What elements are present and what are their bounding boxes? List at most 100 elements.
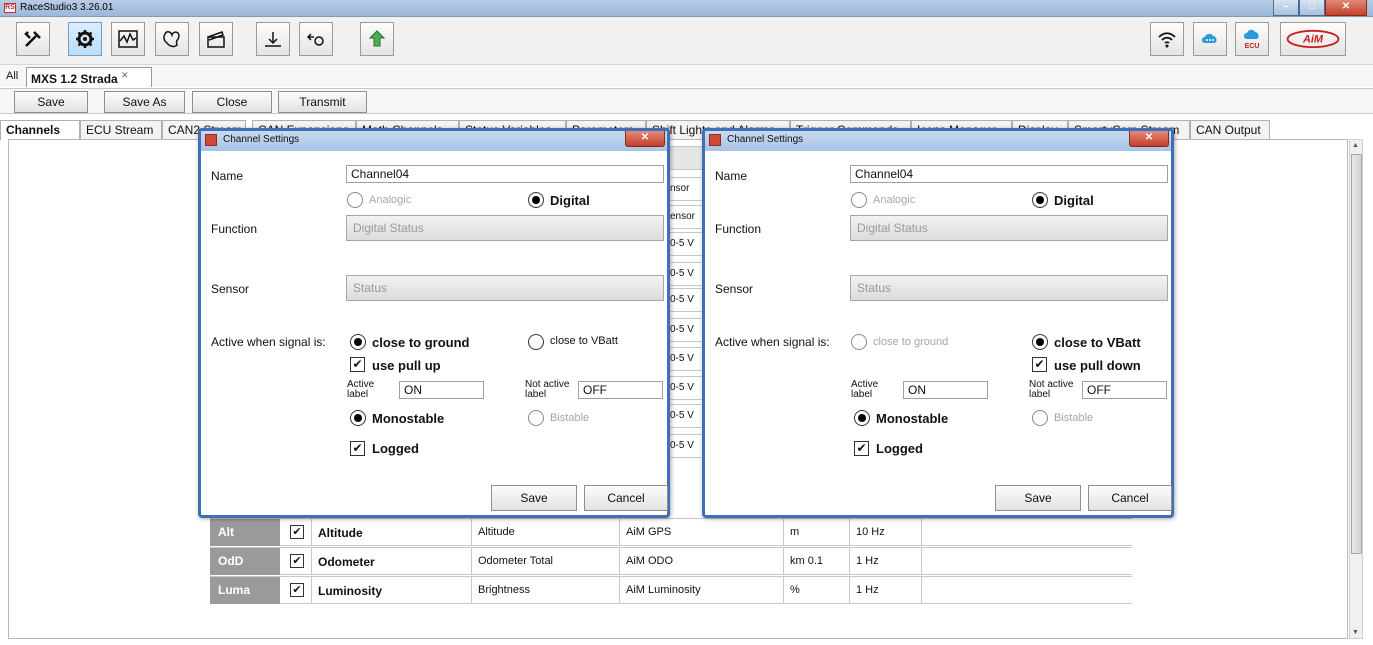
close-to-vbatt-label: close to VBatt bbox=[550, 335, 618, 347]
function-label: Function bbox=[211, 222, 258, 236]
enabled-checkbox[interactable]: ✔ bbox=[290, 583, 304, 597]
wifi-icon[interactable] bbox=[1150, 22, 1184, 56]
transfer-icon[interactable] bbox=[360, 22, 394, 56]
dialog-body: Name Channel04 Analogic Digital Function… bbox=[201, 151, 668, 515]
monostable-radio[interactable] bbox=[350, 410, 366, 426]
config-tab-close-icon[interactable]: ✕ bbox=[121, 70, 129, 80]
save-as-button[interactable]: Save As bbox=[104, 91, 185, 113]
analogic-radio[interactable] bbox=[851, 192, 867, 208]
gear-icon[interactable] bbox=[68, 22, 102, 56]
table-cell: nsor bbox=[667, 177, 703, 201]
dialog-app-icon bbox=[709, 134, 721, 146]
dialog-close-button[interactable]: ✕ bbox=[1129, 131, 1169, 147]
close-to-vbatt-label: close to VBatt bbox=[1054, 335, 1141, 350]
usb-install-icon[interactable] bbox=[256, 22, 290, 56]
config-tab-row: All MXS 1.2 Strada ✕ bbox=[0, 65, 1373, 87]
save-button[interactable]: Save bbox=[14, 91, 88, 113]
transmit-button[interactable]: Transmit bbox=[278, 91, 367, 113]
tab-can-output[interactable]: CAN Output bbox=[1190, 120, 1270, 139]
scroll-up-icon[interactable]: ▲ bbox=[1352, 142, 1359, 149]
enabled-checkbox[interactable]: ✔ bbox=[290, 554, 304, 568]
waveform-icon[interactable] bbox=[111, 22, 145, 56]
close-button[interactable]: Close bbox=[192, 91, 272, 113]
not-active-label-field[interactable]: OFF bbox=[1082, 381, 1167, 399]
channel-frequency: 1 Hz bbox=[849, 548, 921, 575]
not-active-label-caption-2: label bbox=[525, 389, 547, 400]
name-field[interactable]: Channel04 bbox=[346, 165, 664, 183]
track-map-icon[interactable] bbox=[155, 22, 189, 56]
aim-logo[interactable]: AiM bbox=[1280, 22, 1346, 56]
digital-radio[interactable] bbox=[1032, 192, 1048, 208]
digital-radio[interactable] bbox=[528, 192, 544, 208]
dialog-cancel-button[interactable]: Cancel bbox=[1088, 485, 1172, 511]
channel-unit: km 0.1 bbox=[783, 548, 849, 575]
table-row[interactable]: Luma ✔ Luminosity Brightness AiM Luminos… bbox=[210, 576, 1132, 604]
active-label-caption-2: label bbox=[851, 389, 873, 400]
active-label-field[interactable]: ON bbox=[903, 381, 988, 399]
ecu-cloud-icon[interactable]: ECU bbox=[1235, 22, 1269, 56]
dialog-close-button[interactable]: ✕ bbox=[625, 131, 665, 147]
pull-up-checkbox[interactable]: ✔ bbox=[350, 357, 365, 372]
dialog-cancel-button[interactable]: Cancel bbox=[584, 485, 668, 511]
channel-function: Brightness bbox=[471, 577, 619, 604]
scroll-down-icon[interactable]: ▼ bbox=[1352, 629, 1359, 636]
close-to-vbatt-radio[interactable] bbox=[1032, 334, 1048, 350]
tab-ecu-stream[interactable]: ECU Stream bbox=[80, 120, 162, 139]
close-to-ground-label: close to ground bbox=[372, 335, 470, 350]
add-device-icon[interactable] bbox=[299, 22, 333, 56]
close-to-ground-radio[interactable] bbox=[851, 334, 867, 350]
wrench-icon[interactable] bbox=[16, 22, 50, 56]
tab-channels[interactable]: Channels bbox=[0, 120, 80, 140]
not-active-label-caption-2: label bbox=[1029, 389, 1051, 400]
cloud-icon[interactable] bbox=[1193, 22, 1227, 56]
close-to-vbatt-radio[interactable] bbox=[528, 334, 544, 350]
channel-function: Odometer Total bbox=[471, 548, 619, 575]
svg-text:AiM: AiM bbox=[1302, 34, 1324, 46]
pull-down-checkbox[interactable]: ✔ bbox=[1032, 357, 1047, 372]
dialog-body: Name Channel04 Analogic Digital Function… bbox=[705, 151, 1172, 515]
channel-id: Luma bbox=[210, 577, 280, 604]
logged-checkbox[interactable]: ✔ bbox=[854, 441, 869, 456]
name-label: Name bbox=[211, 169, 244, 183]
name-field[interactable]: Channel04 bbox=[850, 165, 1168, 183]
active-label-field[interactable]: ON bbox=[399, 381, 484, 399]
function-selector[interactable]: Digital Status bbox=[346, 215, 664, 241]
enabled-checkbox[interactable]: ✔ bbox=[290, 525, 304, 539]
table-row[interactable]: Alt ✔ Altitude Altitude AiM GPS m 10 Hz bbox=[210, 518, 1132, 546]
monostable-label: Monostable bbox=[372, 411, 445, 426]
vertical-scrollbar[interactable]: ▲ ▼ bbox=[1349, 139, 1363, 639]
analogic-radio[interactable] bbox=[347, 192, 363, 208]
sensor-selector[interactable]: Status bbox=[346, 275, 664, 301]
scrollbar-thumb[interactable] bbox=[1351, 154, 1362, 554]
bistable-label: Bistable bbox=[1054, 412, 1094, 424]
table-row[interactable]: OdD ✔ Odometer Odometer Total AiM ODO km… bbox=[210, 547, 1132, 575]
function-selector[interactable]: Digital Status bbox=[850, 215, 1168, 241]
table-cell: ensor bbox=[667, 205, 703, 229]
dialog-title: Channel Settings bbox=[223, 134, 300, 145]
bistable-radio[interactable] bbox=[1032, 410, 1048, 426]
monostable-radio[interactable] bbox=[854, 410, 870, 426]
maximize-button[interactable]: □ bbox=[1299, 0, 1325, 16]
dialog-save-button[interactable]: Save bbox=[995, 485, 1081, 511]
table-cell: 0-5 V bbox=[667, 376, 703, 400]
channel-extra bbox=[921, 577, 1132, 604]
clapper-icon[interactable] bbox=[199, 22, 233, 56]
logged-checkbox[interactable]: ✔ bbox=[350, 441, 365, 456]
close-to-ground-radio[interactable] bbox=[350, 334, 366, 350]
close-to-ground-label: close to ground bbox=[873, 336, 949, 348]
minimize-button[interactable]: – bbox=[1273, 0, 1299, 16]
digital-label: Digital bbox=[550, 193, 590, 208]
channel-sensor: AiM GPS bbox=[619, 519, 783, 546]
sensor-selector[interactable]: Status bbox=[850, 275, 1168, 301]
all-configs-tab[interactable]: All bbox=[6, 70, 18, 82]
sensor-label: Sensor bbox=[715, 282, 754, 296]
channel-id: Alt bbox=[210, 519, 280, 546]
table-cell: 0-5 V bbox=[667, 318, 703, 342]
dialog-save-button[interactable]: Save bbox=[491, 485, 577, 511]
bistable-radio[interactable] bbox=[528, 410, 544, 426]
active-when-label: Active when signal is: bbox=[715, 335, 830, 349]
config-tab-mxs[interactable]: MXS 1.2 Strada ✕ bbox=[26, 67, 152, 87]
not-active-label-field[interactable]: OFF bbox=[578, 381, 663, 399]
close-window-button[interactable]: ✕ bbox=[1325, 0, 1367, 16]
logged-label: Logged bbox=[372, 441, 419, 456]
